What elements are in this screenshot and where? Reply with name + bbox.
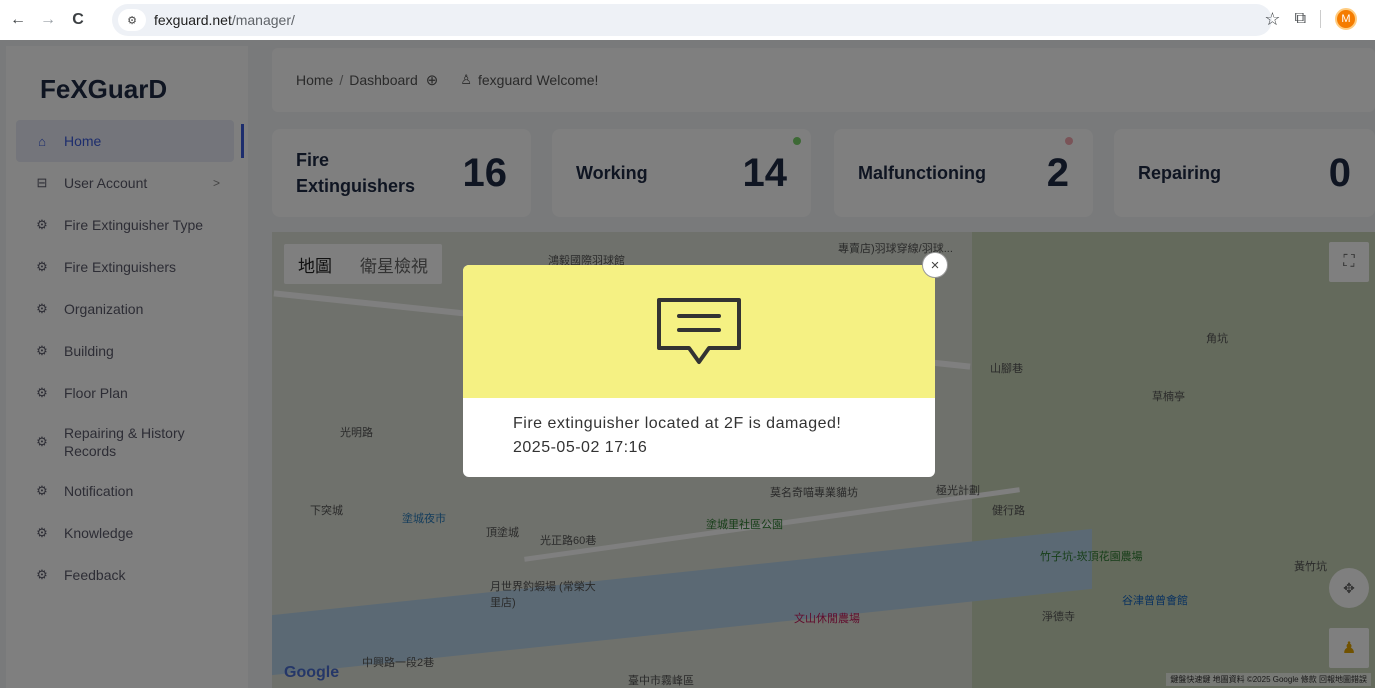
profile-avatar[interactable]: M bbox=[1335, 8, 1357, 30]
close-icon[interactable]: × bbox=[922, 252, 948, 278]
browser-toolbar: ← → C ⚙ fexguard.net/manager/ ☆ ⧉ M bbox=[0, 0, 1375, 40]
reload-icon[interactable]: C bbox=[66, 8, 90, 32]
site-settings-icon[interactable]: ⚙ bbox=[118, 9, 146, 31]
back-icon[interactable]: ← bbox=[6, 8, 30, 32]
modal-body: Fire extinguisher located at 2F is damag… bbox=[463, 398, 935, 460]
modal-header bbox=[463, 265, 935, 398]
url-text[interactable]: fexguard.net/manager/ bbox=[154, 12, 295, 28]
message-icon bbox=[657, 297, 741, 364]
notification-modal: Fire extinguisher located at 2F is damag… bbox=[463, 265, 935, 477]
modal-message: Fire extinguisher located at 2F is damag… bbox=[513, 415, 842, 432]
bookmark-star-icon[interactable]: ☆ bbox=[1264, 9, 1280, 30]
address-bar[interactable]: ⚙ fexguard.net/manager/ bbox=[112, 4, 1272, 36]
modal-timestamp: 2025-05-02 17:16 bbox=[513, 439, 648, 456]
forward-icon[interactable]: → bbox=[36, 8, 60, 32]
toolbar-divider bbox=[1320, 10, 1321, 28]
extensions-icon[interactable]: ⧉ bbox=[1295, 10, 1306, 28]
